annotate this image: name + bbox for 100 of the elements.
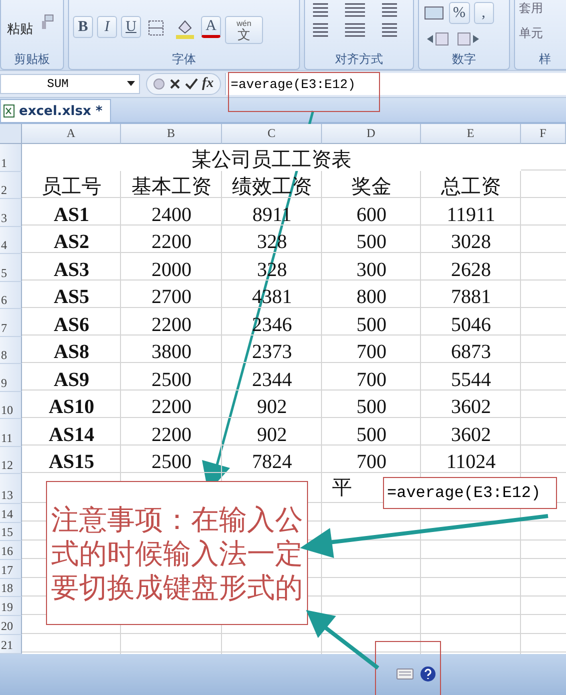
format-painter-icon[interactable] [39, 14, 55, 30]
table-cell-text: AS2 [52, 230, 90, 254]
row-header[interactable]: 16 [0, 541, 22, 560]
table-cell-text: AS1 [52, 202, 90, 226]
table-cell-text: 500 [356, 312, 388, 336]
table-cell-text: 2500 [150, 368, 192, 392]
row-header[interactable]: 19 [0, 597, 22, 616]
formula-field[interactable]: =average(E3:E12) [224, 73, 566, 95]
table-cell-text: 5544 [450, 368, 492, 392]
group-label: 剪贴板 [14, 51, 50, 67]
row-header[interactable]: 8 [0, 336, 22, 364]
table-cell-text: 700 [356, 340, 388, 364]
number-format-button[interactable]: % [449, 2, 470, 24]
excel-file-icon [3, 104, 15, 118]
insert-function-button[interactable]: fx [202, 76, 214, 92]
circle-icon [153, 78, 165, 90]
table-cell-text: 800 [356, 285, 388, 309]
row-header[interactable]: 13 [0, 474, 22, 504]
table-cell-text: 2373 [251, 340, 293, 364]
name-box[interactable]: SUM [0, 74, 140, 94]
column-header[interactable]: C [222, 124, 322, 144]
format-button[interactable]: U [121, 16, 141, 38]
table-cell-text: AS6 [52, 312, 90, 336]
table-cell-text: 2000 [150, 258, 192, 282]
table-cell-text: AS3 [52, 258, 90, 282]
row-header[interactable]: 4 [0, 226, 22, 254]
row-header[interactable]: 18 [0, 578, 22, 598]
column-label: 绩效工资 [231, 175, 313, 199]
row-header[interactable]: 15 [0, 522, 22, 542]
table-cell-text: 2200 [150, 395, 192, 419]
table-cell-text: 700 [356, 368, 388, 392]
table-cell-text: 11911 [446, 202, 496, 226]
enter-icon[interactable] [185, 78, 198, 90]
table-cell-text: 902 [256, 422, 288, 446]
table-cell-text: 2200 [150, 230, 192, 254]
column-header[interactable]: A [22, 124, 121, 144]
formula-callout: =average(E3:E12) [383, 477, 557, 509]
font-color-button[interactable]: A [201, 16, 221, 38]
table-cell-text: 11024 [445, 450, 497, 474]
table-cell-text: AS15 [48, 450, 96, 474]
row-header[interactable]: 17 [0, 560, 22, 579]
phonetic-guide-button[interactable]: wén 文 [225, 16, 263, 44]
keyboard-icon[interactable] [396, 668, 414, 680]
row-header[interactable]: 9 [0, 364, 22, 392]
workbook-tab[interactable]: excel.xlsx * [0, 99, 112, 122]
column-header[interactable]: D [322, 124, 421, 144]
format-button[interactable]: B [73, 16, 93, 38]
table-cell-text: AS5 [52, 285, 90, 309]
number-format-button[interactable]: , [474, 2, 494, 24]
group-label: 数字 [452, 51, 476, 67]
row-header[interactable]: 14 [0, 504, 22, 523]
group-label: 字体 [172, 51, 196, 67]
row-header[interactable]: 3 [0, 199, 22, 226]
table-cell-text: 2628 [450, 258, 492, 282]
table-cell-text: 2344 [251, 368, 293, 392]
table-cell-text: 2500 [150, 450, 192, 474]
style-menu-item[interactable]: 套用 [519, 0, 566, 17]
table-cell-text: 500 [356, 230, 388, 254]
note-text: 注意事项：在输入公式的时候输入法一定要切换成键盘形式的 [51, 504, 303, 606]
column-header[interactable]: E [421, 124, 521, 144]
table-cell-text: AS14 [48, 422, 96, 446]
table-cell-text: 5046 [450, 312, 492, 336]
row-header[interactable]: 12 [0, 446, 22, 474]
format-button[interactable]: I [97, 16, 117, 38]
table-cell-text: 300 [356, 258, 388, 282]
table-cell-text: AS10 [48, 395, 96, 419]
help-icon[interactable] [420, 666, 436, 682]
table-cell-text: 700 [356, 450, 388, 474]
table-cell-text: 3602 [450, 395, 492, 419]
column-label: 奖金 [350, 175, 392, 199]
table-cell-text: 7824 [251, 450, 293, 474]
table-cell-text: 3800 [150, 340, 192, 364]
row-header[interactable]: 20 [0, 616, 22, 635]
row-header[interactable]: 5 [0, 254, 22, 282]
column-header[interactable]: B [121, 124, 222, 144]
table-cell-text: AS9 [52, 368, 90, 392]
column-label: 总工资 [440, 175, 502, 199]
group-label: 样 [539, 51, 551, 67]
row-header[interactable]: 1 [0, 144, 22, 172]
table-cell-text: 2200 [150, 422, 192, 446]
cancel-icon[interactable] [169, 78, 181, 90]
table-cell-text: 2700 [150, 285, 192, 309]
column-header[interactable]: F [521, 124, 566, 144]
table-cell-text: 902 [256, 395, 288, 419]
table-cell-text: 500 [356, 395, 388, 419]
row-header[interactable]: 11 [0, 419, 22, 446]
table-cell-text: 2200 [150, 312, 192, 336]
table-cell-text: 6873 [450, 340, 492, 364]
row-header[interactable]: 21 [0, 634, 22, 654]
row-header[interactable]: 2 [0, 172, 22, 199]
table-cell-text: 500 [356, 422, 388, 446]
row-header[interactable]: 7 [0, 309, 22, 336]
style-menu-item[interactable]: 单元 [519, 25, 566, 42]
table-cell-text: 7881 [450, 285, 492, 309]
highlight-frame [375, 641, 441, 695]
row-header[interactable]: 6 [0, 282, 22, 309]
table-cell-text: AS8 [52, 340, 90, 364]
row-header[interactable]: 10 [0, 392, 22, 419]
caret-icon[interactable] [127, 81, 135, 87]
paste-button[interactable]: 粘贴 [5, 14, 35, 38]
